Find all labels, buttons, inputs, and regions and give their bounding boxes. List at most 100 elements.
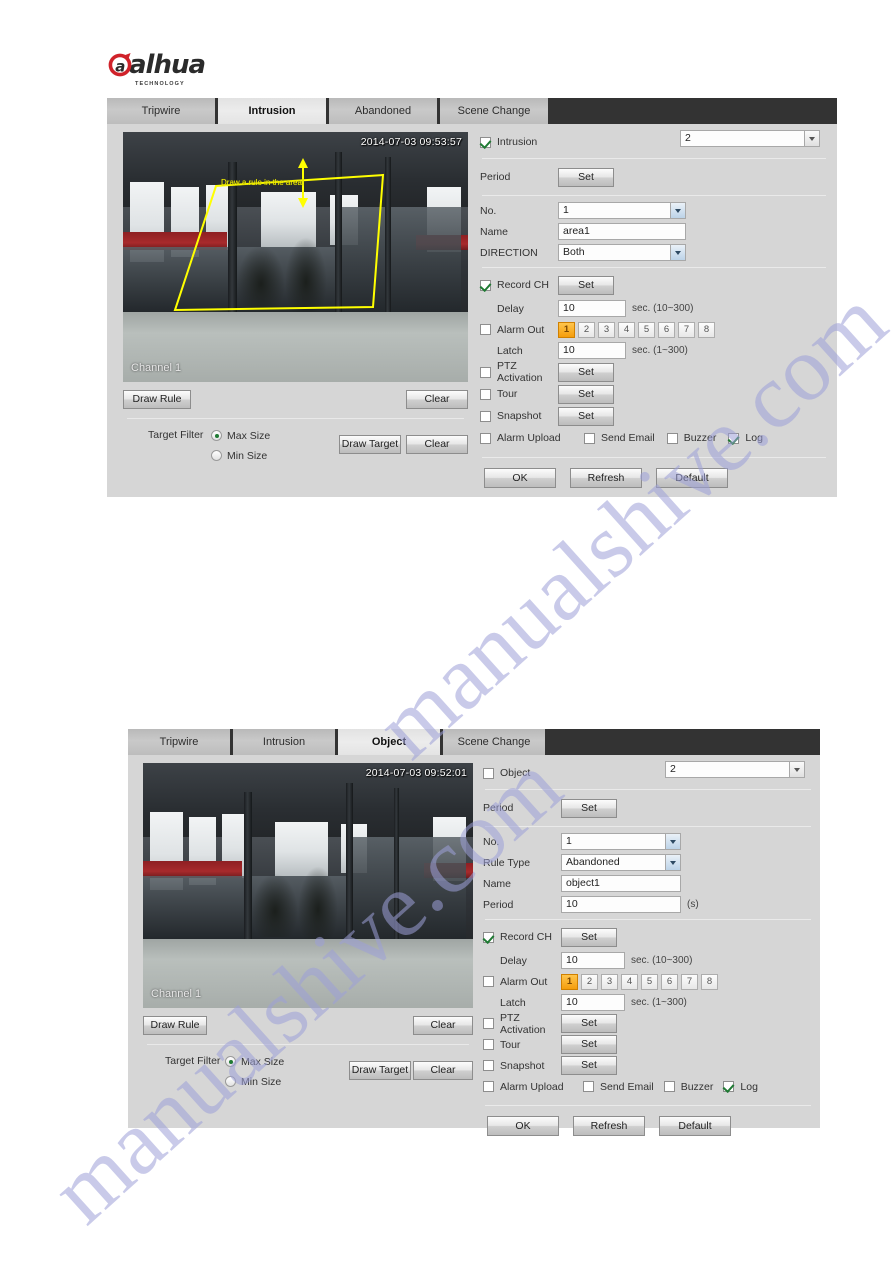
- clear-target-button[interactable]: Clear: [406, 435, 468, 454]
- rule-type-select[interactable]: Abandoned: [561, 854, 681, 871]
- alarm-out-1[interactable]: 1: [561, 973, 578, 990]
- alarm-out-8[interactable]: 8: [701, 973, 718, 990]
- latch-input[interactable]: 10: [561, 994, 625, 1011]
- video-rule-hint: Draw a rule in the area!: [221, 178, 305, 187]
- tour-checkbox[interactable]: [483, 1039, 494, 1050]
- video-preview[interactable]: 2014-07-03 09:52:01 Channel 1: [143, 763, 473, 1008]
- latch-input[interactable]: 10: [558, 342, 626, 359]
- channel-select[interactable]: 2: [680, 130, 820, 147]
- period-set-button[interactable]: Set: [558, 167, 614, 187]
- snapshot-checkbox[interactable]: [480, 410, 491, 422]
- alarm-out-4[interactable]: 4: [621, 973, 638, 990]
- alarm-out-checkbox[interactable]: [483, 976, 494, 987]
- snapshot-set-button[interactable]: Set: [558, 406, 614, 426]
- video-scene: [143, 763, 473, 1008]
- snapshot-label: Snapshot: [497, 410, 542, 422]
- intrusion-rule-polygon-icon: [173, 158, 385, 312]
- default-button[interactable]: Default: [656, 468, 728, 488]
- name-input[interactable]: area1: [558, 223, 686, 240]
- refresh-button[interactable]: Refresh: [573, 1116, 645, 1136]
- alarm-out-3[interactable]: 3: [601, 973, 618, 990]
- alarm-out-7[interactable]: 7: [681, 973, 698, 990]
- min-size-radio[interactable]: [211, 450, 222, 461]
- ptz-set-button[interactable]: Set: [558, 362, 614, 382]
- period-duration-input[interactable]: 10: [561, 896, 681, 913]
- no-select[interactable]: 1: [561, 833, 681, 850]
- delay-input[interactable]: 10: [561, 952, 625, 969]
- ptz-activation-checkbox[interactable]: [480, 366, 491, 378]
- send-email-checkbox[interactable]: [584, 432, 595, 444]
- tab-scene-change[interactable]: Scene Change: [440, 98, 551, 124]
- record-ch-set-button[interactable]: Set: [561, 927, 617, 947]
- snapshot-set-button[interactable]: Set: [561, 1056, 617, 1075]
- alarm-out-5[interactable]: 5: [641, 973, 658, 990]
- snapshot-checkbox[interactable]: [483, 1060, 494, 1071]
- tour-set-button[interactable]: Set: [561, 1035, 617, 1054]
- name-input[interactable]: object1: [561, 875, 681, 892]
- record-ch-checkbox[interactable]: [483, 931, 494, 943]
- default-button[interactable]: Default: [659, 1116, 731, 1136]
- chevron-down-icon: [789, 762, 804, 777]
- period-set-button[interactable]: Set: [561, 798, 617, 818]
- tab-intrusion[interactable]: Intrusion: [233, 729, 338, 755]
- log-checkbox[interactable]: [728, 432, 740, 444]
- tab-tripwire[interactable]: Tripwire: [128, 729, 233, 755]
- intrusion-enable-checkbox[interactable]: [480, 136, 491, 148]
- period-label: Period: [480, 171, 511, 183]
- clear-target-button[interactable]: Clear: [413, 1061, 473, 1080]
- delay-label: Delay: [500, 954, 527, 967]
- ok-button[interactable]: OK: [484, 468, 556, 488]
- tour-set-button[interactable]: Set: [558, 384, 614, 404]
- tab-intrusion[interactable]: Intrusion: [218, 98, 329, 124]
- channel-select[interactable]: 2: [665, 761, 805, 778]
- draw-rule-button[interactable]: Draw Rule: [143, 1016, 207, 1035]
- alarm-out-8[interactable]: 8: [698, 321, 715, 338]
- record-ch-set-button[interactable]: Set: [558, 275, 614, 295]
- direction-select[interactable]: Both: [558, 244, 686, 261]
- clear-rule-button[interactable]: Clear: [406, 390, 468, 409]
- max-size-radio[interactable]: [225, 1056, 236, 1067]
- send-email-checkbox[interactable]: [583, 1081, 594, 1092]
- ptz-set-button[interactable]: Set: [561, 1014, 617, 1033]
- min-size-radio[interactable]: [225, 1076, 236, 1087]
- alarm-out-checkbox[interactable]: [480, 324, 491, 335]
- draw-rule-button[interactable]: Draw Rule: [123, 390, 191, 409]
- snapshot-label: Snapshot: [500, 1059, 545, 1072]
- divider: [485, 919, 811, 920]
- refresh-button[interactable]: Refresh: [570, 468, 642, 488]
- draw-target-button[interactable]: Draw Target: [349, 1061, 411, 1080]
- alarm-upload-checkbox[interactable]: [483, 1081, 494, 1092]
- alarm-out-4[interactable]: 4: [618, 321, 635, 338]
- tab-abandoned[interactable]: Abandoned: [329, 98, 440, 124]
- buzzer-checkbox[interactable]: [663, 1081, 675, 1092]
- delay-input[interactable]: 10: [558, 300, 626, 317]
- buzzer-checkbox[interactable]: [666, 432, 678, 444]
- tour-checkbox[interactable]: [480, 388, 491, 400]
- clear-rule-button[interactable]: Clear: [413, 1016, 473, 1035]
- alarm-out-2[interactable]: 2: [581, 973, 598, 990]
- ptz-activation-checkbox[interactable]: [483, 1018, 494, 1029]
- ptz-activation-label: PTZ Activation: [497, 360, 543, 384]
- alarm-out-6[interactable]: 6: [658, 321, 675, 338]
- draw-target-button[interactable]: Draw Target: [339, 435, 401, 454]
- alarm-out-3[interactable]: 3: [598, 321, 615, 338]
- log-checkbox[interactable]: [723, 1081, 735, 1092]
- alarm-out-7[interactable]: 7: [678, 321, 695, 338]
- no-label: No.: [480, 204, 497, 217]
- alarm-out-5[interactable]: 5: [638, 321, 655, 338]
- divider: [482, 158, 826, 159]
- record-ch-checkbox[interactable]: [480, 279, 491, 291]
- tab-scene-change[interactable]: Scene Change: [443, 729, 548, 755]
- latch-label: Latch: [500, 996, 526, 1009]
- tab-object[interactable]: Object: [338, 729, 443, 755]
- object-enable-checkbox[interactable]: [483, 767, 494, 779]
- max-size-radio[interactable]: [211, 430, 222, 441]
- alarm-upload-checkbox[interactable]: [480, 432, 491, 444]
- alarm-out-1[interactable]: 1: [558, 321, 575, 338]
- alarm-out-2[interactable]: 2: [578, 321, 595, 338]
- tab-tripwire[interactable]: Tripwire: [107, 98, 218, 124]
- alarm-out-6[interactable]: 6: [661, 973, 678, 990]
- video-preview[interactable]: Draw a rule in the area! 2014-07-03 09:5…: [123, 132, 468, 382]
- ok-button[interactable]: OK: [487, 1116, 559, 1136]
- no-select[interactable]: 1: [558, 202, 686, 219]
